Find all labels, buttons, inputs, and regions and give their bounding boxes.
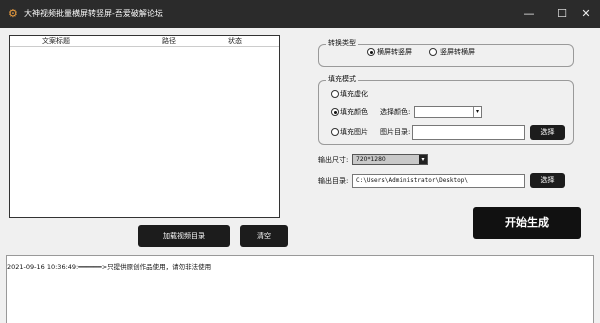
close-icon[interactable]: ✕ (578, 6, 594, 22)
portrait-to-landscape-label[interactable]: 竖屏转横屏 (440, 47, 475, 57)
color-select[interactable]: ▾ (414, 106, 482, 118)
app-icon: ⚙ (8, 7, 18, 20)
radio-landscape-to-portrait[interactable] (367, 48, 375, 56)
column-status[interactable]: 状态 (228, 36, 242, 47)
clear-button[interactable]: 清空 (240, 225, 288, 247)
chevron-down-icon[interactable]: ▾ (473, 107, 481, 117)
window-title: 大神视频批量横屏转竖屏-吾爱破解论坛 (24, 9, 163, 18)
minimize-icon[interactable]: — (521, 6, 537, 22)
landscape-to-portrait-label[interactable]: 横屏转竖屏 (377, 47, 412, 57)
maximize-icon[interactable]: ☐ (554, 6, 570, 22)
load-video-dir-button[interactable]: 加载视频目录 (138, 225, 230, 247)
log-line: 2021-09-16 10:36:49:━━━━━━>只提供原创作品使用，请勿非… (7, 263, 212, 271)
title-bar: ⚙ 大神视频批量横屏转竖屏-吾爱破解论坛 — ☐ ✕ (0, 0, 600, 28)
output-size-label: 输出尺寸: (318, 156, 349, 164)
column-title[interactable]: 文案标题 (42, 36, 70, 47)
start-button[interactable]: 开始生成 (473, 207, 581, 239)
image-dir-input[interactable] (412, 125, 525, 140)
radio-fill-blur[interactable] (331, 90, 339, 98)
log-area[interactable]: 2021-09-16 10:36:49:━━━━━━>只提供原创作品使用，请勿非… (6, 255, 594, 323)
radio-fill-image[interactable] (331, 128, 339, 136)
choose-image-dir-button[interactable]: 选择 (530, 125, 565, 140)
fill-color-label[interactable]: 填充颜色 (340, 107, 368, 117)
fill-mode-legend: 填充模式 (326, 75, 358, 84)
convert-type-legend: 转换类型 (326, 39, 358, 48)
fill-image-label[interactable]: 填充图片 (340, 127, 368, 137)
fill-blur-label[interactable]: 填充虚化 (340, 89, 368, 99)
choose-color-label: 选择颜色: (380, 108, 411, 116)
output-dir-input[interactable]: C:\Users\Administrator\Desktop\ (352, 174, 525, 188)
radio-portrait-to-landscape[interactable] (429, 48, 437, 56)
table-header: 文案标题 路径 状态 (10, 36, 279, 47)
output-dir-value: C:\Users\Administrator\Desktop\ (356, 177, 468, 184)
choose-output-dir-button[interactable]: 选择 (530, 173, 565, 188)
output-dir-label: 输出目录: (318, 177, 349, 185)
file-table[interactable]: 文案标题 路径 状态 (9, 35, 280, 218)
chevron-down-icon[interactable]: ▾ (419, 155, 427, 164)
output-size-select[interactable]: 720*1280 ▾ (352, 154, 428, 165)
column-path[interactable]: 路径 (162, 36, 176, 47)
image-dir-label: 图片目录: (380, 128, 411, 136)
radio-fill-color[interactable] (331, 108, 339, 116)
output-size-value: 720*1280 (356, 156, 386, 163)
